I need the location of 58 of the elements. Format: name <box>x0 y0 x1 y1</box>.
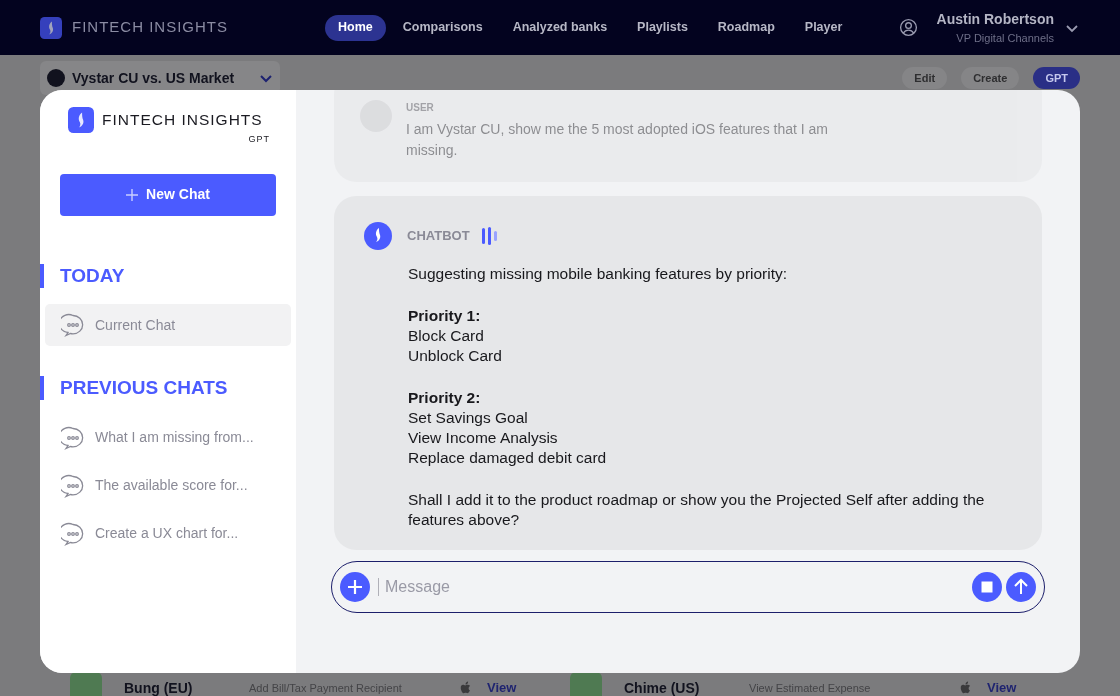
chat-history-item[interactable]: Create a UX chart for... <box>45 512 291 555</box>
globe-icon <box>46 68 66 88</box>
toolbar-button[interactable]: GPT <box>1033 67 1080 89</box>
chat-history-item[interactable]: Current Chat <box>45 304 291 346</box>
section-marker <box>40 263 44 288</box>
sound-bars-icon <box>480 227 499 245</box>
apple-icon <box>959 681 973 695</box>
brand-subtitle: GPT <box>248 133 270 146</box>
section-title: PREVIOUS CHATS <box>60 376 228 400</box>
user-name: Austin Robertson <box>936 9 1054 29</box>
feature-item: Block Card <box>408 326 485 346</box>
chat-bubble-icon <box>61 521 85 546</box>
feature-item: Unblock Card <box>408 346 503 366</box>
add-icon <box>340 572 370 602</box>
message-text: Shall I add it to the product roadmap or show you the Projected Self after adding the features above? <box>408 490 986 530</box>
message-author: USER <box>406 101 435 115</box>
message-author: CHATBOT <box>407 227 470 246</box>
apple-icon <box>459 681 473 695</box>
nav-tab[interactable]: Home <box>325 14 386 41</box>
brand-name: FINTECH INSIGHTS <box>102 110 263 131</box>
toolbar-button[interactable]: Edit <box>902 67 948 89</box>
stop-icon <box>972 572 1002 602</box>
priority-heading: Priority 1: <box>408 306 482 326</box>
logo-icon <box>68 107 94 133</box>
feature-item: View Income Analysis <box>408 428 559 448</box>
user-icon <box>898 18 918 37</box>
feature-item: Set Savings Goal <box>408 408 529 428</box>
logo-icon <box>40 16 62 39</box>
nav-tab[interactable]: Playlists <box>624 14 701 41</box>
chat-bubble-icon <box>61 425 85 450</box>
bot-avatar-icon <box>364 222 392 250</box>
message-text: Suggesting missing mobile banking features by priority: <box>408 264 789 284</box>
chat-history-item[interactable]: What I am missing from... <box>45 416 291 459</box>
nav-tab[interactable]: Roadmap <box>704 14 788 41</box>
chat-bubble-icon <box>61 473 85 498</box>
bank-name: Chime (US) <box>624 678 701 696</box>
view-link[interactable]: View <box>487 678 517 696</box>
message-text: I am Vystar CU, show me the 5 most adopted iOS features that I am missing. <box>406 120 829 160</box>
priority-heading: Priority 2: <box>408 388 482 408</box>
nav-tab[interactable]: Comparisons <box>389 14 496 41</box>
plus-icon <box>126 188 139 201</box>
new-chat-button[interactable]: New Chat <box>60 173 276 216</box>
bank-logo <box>70 672 102 696</box>
brand-name: FINTECH INSIGHTS <box>72 17 228 38</box>
toolbar-button[interactable]: Create <box>961 67 1020 89</box>
message-input[interactable]: Message <box>385 575 972 599</box>
view-link[interactable]: View <box>987 678 1017 696</box>
nav-tab[interactable]: Analyzed banks <box>499 14 621 41</box>
user-role: VP Digital Channels <box>956 30 1054 46</box>
chat-history-item[interactable]: The available score for... <box>45 464 291 507</box>
section-marker <box>40 376 44 401</box>
section-title: TODAY <box>60 263 125 288</box>
send-icon <box>1006 572 1036 602</box>
feature-item: Replace damaged debit card <box>408 448 608 468</box>
bank-name: Bung (EU) <box>124 678 194 696</box>
bank-logo <box>570 672 602 696</box>
nav-tab[interactable]: Player <box>791 14 856 41</box>
chat-bubble-icon <box>61 313 85 337</box>
